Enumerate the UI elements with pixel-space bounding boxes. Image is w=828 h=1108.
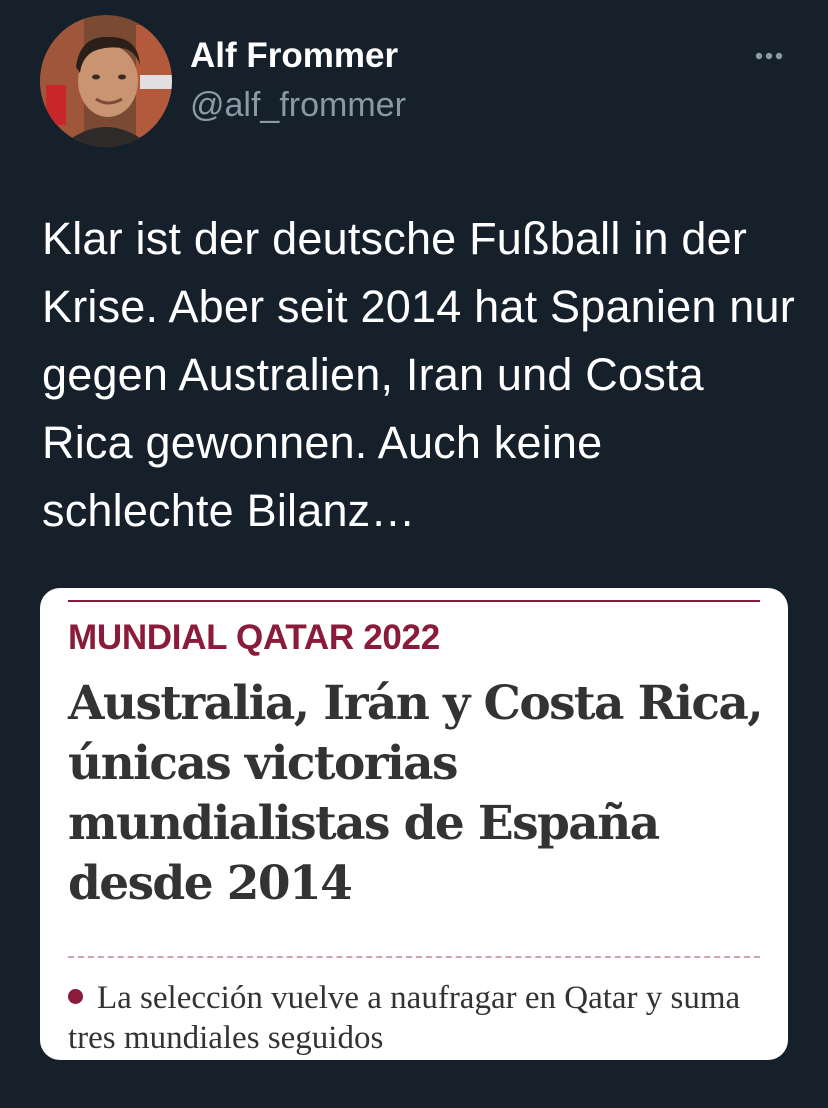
avatar-image: [40, 15, 172, 147]
tweet: Alf Frommer @alf_frommer Klar ist der de…: [0, 0, 828, 1108]
author-handle[interactable]: @alf_frommer: [190, 86, 406, 125]
card-top-rule: [68, 600, 760, 602]
link-card[interactable]: MUNDIAL QATAR 2022 Australia, Irán y Cos…: [40, 588, 788, 1060]
card-bullet-text: La selección vuelve a naufragar en Qatar…: [68, 980, 741, 1056]
card-kicker: MUNDIAL QATAR 2022: [68, 618, 440, 657]
more-horizontal-icon[interactable]: [744, 36, 794, 76]
avatar[interactable]: [40, 15, 172, 147]
bullet-dot-icon: [68, 989, 83, 1004]
tweet-text: Klar ist der deutsche Fußball in der Kri…: [42, 213, 795, 536]
card-divider: [68, 956, 760, 958]
card-bullet-item: La selección vuelve a naufragar en Qatar…: [68, 978, 768, 1058]
card-headline: Australia, Irán y Costa Rica, únicas vic…: [68, 676, 764, 911]
author-name[interactable]: Alf Frommer: [190, 36, 398, 76]
